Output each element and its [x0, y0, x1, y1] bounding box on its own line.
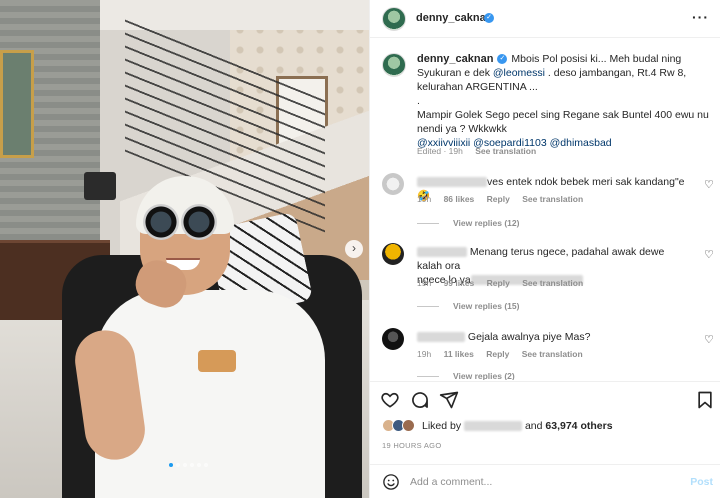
see-translation-link[interactable]: See translation — [522, 349, 583, 359]
blurred-username — [417, 247, 467, 258]
blurred-username — [464, 420, 523, 431]
comment-meta: 19h 99 likes Reply See translation — [417, 278, 593, 288]
carousel-dot[interactable] — [169, 463, 173, 467]
carousel-dots — [169, 463, 208, 467]
post-button[interactable]: Post — [690, 476, 713, 488]
comment-time: 19h — [417, 278, 432, 288]
comment-time: 19h — [417, 349, 432, 359]
share-icon[interactable] — [439, 390, 459, 410]
verified-badge-icon: ✓ — [497, 54, 508, 65]
blurred-username — [417, 332, 465, 343]
view-replies-button[interactable]: View replies (12) — [417, 218, 519, 228]
heart-icon[interactable] — [380, 390, 400, 410]
mention-link[interactable]: @dhimasbad — [550, 137, 612, 149]
likes-and: and — [524, 419, 543, 432]
comment-input[interactable] — [410, 471, 680, 493]
photo-painting — [0, 50, 34, 158]
carousel-dot[interactable] — [176, 463, 180, 467]
emoji-icon[interactable] — [382, 473, 400, 491]
mention-leomessi[interactable]: @leomessi — [493, 67, 545, 79]
comment-time: 19h — [417, 194, 432, 204]
post-photo[interactable]: › — [0, 0, 369, 498]
header-username[interactable]: denny_caknan — [416, 12, 492, 24]
caption-text: Mampir Golek Sego pecel sing Regane sak … — [417, 109, 709, 135]
comment-likes[interactable]: 86 likes — [444, 194, 475, 204]
post-caption: denny_caknan ✓ Mbois Pol posisi ki... Meh … — [417, 52, 713, 150]
caption-meta: Edited · 19h See translation — [417, 146, 536, 156]
reply-button[interactable]: Reply — [486, 349, 509, 359]
photo-goggle-left — [143, 204, 179, 240]
add-comment-bar: Post — [370, 464, 720, 498]
heart-icon[interactable]: ♡ — [704, 180, 715, 191]
post-header: denny_caknan ✓ ··· — [370, 0, 720, 38]
likes-text[interactable]: Liked by and 63,974 others — [422, 420, 613, 432]
comment-likes[interactable]: 11 likes — [444, 349, 474, 359]
heart-icon[interactable]: ♡ — [704, 335, 715, 346]
view-replies-button[interactable]: View replies (2) — [417, 372, 515, 380]
comment-body: Gejala awalnya piye Mas? — [467, 331, 591, 343]
carousel-dot[interactable] — [183, 463, 187, 467]
next-photo-button[interactable]: › — [345, 240, 363, 258]
heart-icon[interactable]: ♡ — [704, 250, 715, 261]
edited-label: Edited · 19h — [417, 146, 463, 156]
reply-button[interactable]: Reply — [487, 194, 510, 204]
comment-likes[interactable]: 99 likes — [444, 278, 475, 288]
see-translation-link[interactable]: See translation — [475, 146, 536, 156]
see-translation-link[interactable]: See translation — [522, 278, 583, 288]
verified-badge-icon: ✓ — [484, 13, 494, 23]
carousel-dot[interactable] — [204, 463, 208, 467]
see-translation-link[interactable]: See translation — [522, 194, 583, 204]
avatar[interactable] — [382, 328, 404, 350]
action-bar — [370, 381, 720, 417]
likes-prefix: Liked by — [422, 419, 462, 432]
avatar[interactable] — [382, 173, 404, 195]
carousel-dot[interactable] — [190, 463, 194, 467]
caption-username[interactable]: denny_caknan — [417, 53, 493, 65]
blurred-username — [417, 177, 487, 188]
photo-ceiling — [80, 0, 369, 30]
avatar[interactable] — [382, 243, 404, 265]
photo-speaker — [84, 172, 116, 200]
view-replies-label: View replies (15) — [453, 301, 520, 311]
likes-summary: Liked by and 63,974 others — [382, 419, 613, 432]
reply-button[interactable]: Reply — [487, 278, 510, 288]
chevron-right-icon: › — [352, 241, 356, 255]
bookmark-icon[interactable] — [695, 390, 715, 410]
comment-text: Gejala awalnya piye Mas? — [417, 330, 687, 344]
caption-avatar[interactable] — [382, 53, 406, 77]
view-replies-label: View replies (12) — [453, 218, 520, 228]
comment-meta: 19h 86 likes Reply See translation — [417, 194, 593, 204]
avatar[interactable] — [382, 7, 406, 31]
carousel-dot[interactable] — [197, 463, 201, 467]
view-replies-label: View replies (2) — [453, 372, 515, 380]
photo-goggle-right — [181, 204, 217, 240]
more-icon[interactable]: ··· — [692, 9, 709, 25]
view-replies-button[interactable]: View replies (15) — [417, 301, 519, 311]
caption-dot: . — [417, 95, 420, 107]
photo-shirt-logo — [198, 350, 236, 372]
comment-icon[interactable] — [410, 390, 430, 410]
avatar — [402, 419, 415, 432]
likes-count[interactable]: 63,974 others — [545, 420, 612, 432]
post-panel: denny_caknan ✓ ··· denny_caknan ✓ Mbois Po… — [369, 0, 720, 498]
post-time-ago: 19 HOURS AGO — [382, 441, 442, 450]
comment-meta: 19h 11 likes Reply See translation — [417, 349, 593, 359]
